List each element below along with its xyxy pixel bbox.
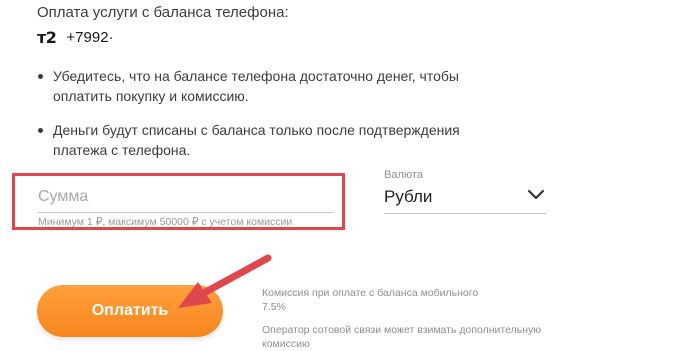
fee-percent: 7.5% — [262, 301, 286, 313]
chevron-down-icon — [527, 189, 545, 200]
fee-note: Комиссия при оплате с баланса мобильного… — [262, 286, 562, 314]
phone-number: +7992· — [66, 29, 114, 46]
bullet-icon — [38, 74, 43, 79]
currency-label: Валюта — [384, 169, 423, 181]
notes-list: Убедитесь, что на балансе телефона доста… — [37, 66, 467, 160]
amount-highlight-frame — [12, 173, 345, 230]
list-item: Деньги будут списаны с баланса только по… — [37, 120, 467, 160]
currency-select[interactable]: Рубли — [384, 183, 546, 214]
operator-logo: т2 — [37, 28, 57, 47]
fee-note-line: Комиссия при оплате с баланса мобильного — [262, 287, 479, 299]
bullet-icon — [38, 128, 43, 133]
note-text: Деньги будут списаны с баланса только по… — [53, 122, 460, 158]
list-item: Убедитесь, что на балансе телефона доста… — [37, 66, 467, 106]
currency-value: Рубли — [384, 187, 433, 206]
payment-header: Оплата услуги с баланса телефона: — [37, 4, 289, 21]
phone-row: т2 +7992· — [37, 28, 114, 47]
note-text: Убедитесь, что на балансе телефона доста… — [53, 68, 459, 104]
operator-note: Оператор сотовой связи может взимать доп… — [262, 324, 542, 350]
